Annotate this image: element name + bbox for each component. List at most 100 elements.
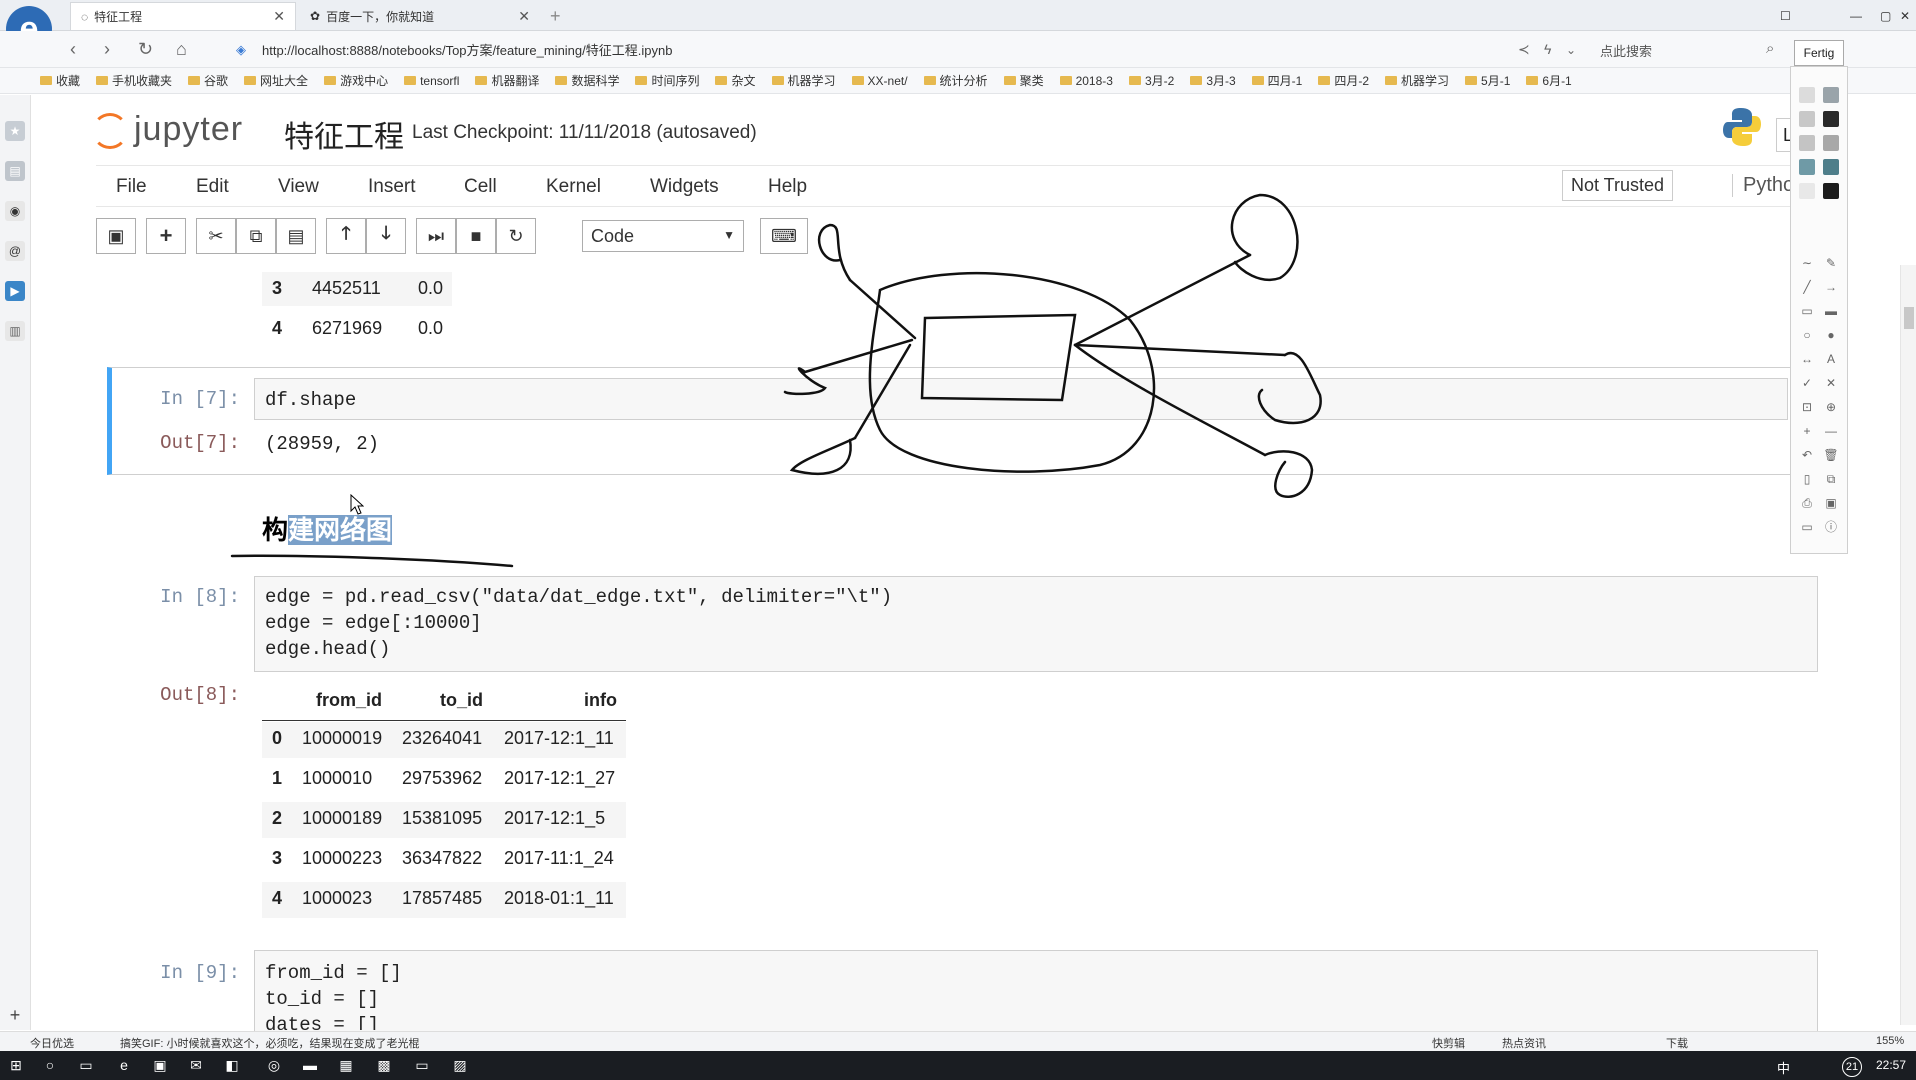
quick-edit-link[interactable]: 快剪辑 — [1432, 1035, 1465, 1051]
bookmark-item[interactable]: 谷歌 — [188, 72, 228, 89]
menu-view[interactable]: View — [278, 176, 319, 198]
task-view-icon[interactable]: ▭ — [76, 1056, 96, 1074]
insert-cell-button[interactable]: + — [146, 218, 186, 254]
bookmark-item[interactable]: tensorfl — [404, 74, 459, 88]
menu-cell[interactable]: Cell — [464, 176, 497, 198]
run-button[interactable]: ⏭ — [416, 218, 456, 254]
bookmark-item[interactable]: 收藏 — [40, 72, 80, 89]
chevron-down-icon[interactable]: ⌄ — [1566, 43, 1576, 57]
app-icon[interactable]: ▦ — [336, 1056, 356, 1074]
paste-button[interactable]: ▤ — [276, 218, 316, 254]
menu-edit[interactable]: Edit — [196, 176, 229, 198]
input-language[interactable]: 中 — [1777, 1058, 1790, 1077]
pencil-icon[interactable]: ✎ — [1823, 255, 1839, 271]
bookmark-item[interactable]: XX-net/ — [851, 74, 908, 88]
browser-icon[interactable]: e — [114, 1056, 134, 1074]
teal-swatch[interactable] — [1823, 159, 1839, 175]
mail-icon[interactable]: ✉ — [186, 1056, 206, 1074]
filled-rectangle-icon[interactable]: ▬ — [1823, 303, 1839, 319]
bookmark-item[interactable]: 四月-2 — [1318, 72, 1369, 89]
notebook-title[interactable]: 特征工程 — [284, 112, 404, 156]
app-icon[interactable]: ▩ — [374, 1056, 394, 1074]
jupyter-logo[interactable]: jupyter — [92, 110, 243, 150]
code-input[interactable] — [254, 378, 1788, 420]
bookmark-item[interactable]: 杂文 — [715, 72, 756, 89]
cross-icon[interactable]: ✕ — [1823, 375, 1839, 391]
black-swatch[interactable] — [1823, 111, 1839, 127]
double-arrow-icon[interactable]: ↔ — [1799, 351, 1815, 367]
new-tab-button[interactable]: + — [540, 2, 570, 30]
cut-button[interactable]: ✂ — [196, 218, 236, 254]
home-icon[interactable]: ⌂ — [176, 39, 187, 60]
search-icon[interactable]: ○ — [40, 1056, 60, 1074]
gray-swatch[interactable] — [1799, 111, 1815, 127]
print-icon[interactable]: ⎙ — [1799, 495, 1815, 511]
bookmark-item[interactable]: 3月-3 — [1190, 72, 1236, 89]
save-icon[interactable]: ▣ — [1823, 495, 1839, 511]
gray-swatch[interactable] — [1823, 135, 1839, 151]
bookmark-item[interactable]: 机器翻译 — [475, 72, 539, 89]
tool-icon[interactable] — [1799, 87, 1815, 103]
minimize-icon[interactable]: — — [1840, 2, 1870, 30]
terminal-icon[interactable]: ▭ — [412, 1056, 432, 1074]
bookmark-item[interactable]: 网址大全 — [244, 72, 308, 89]
bookmark-item[interactable]: 5月-1 — [1465, 72, 1510, 89]
check-icon[interactable]: ✓ — [1799, 375, 1815, 391]
close-tab-icon[interactable]: ✕ — [518, 8, 530, 25]
reload-icon[interactable]: ↻ — [138, 39, 153, 60]
news-ticker[interactable]: 搞笑GIF: 小时候就喜欢这个，必须吃，结果现在变成了老光棍 — [120, 1035, 419, 1051]
weibo-icon[interactable]: ◉ — [5, 201, 25, 221]
download-link[interactable]: 下载 — [1666, 1035, 1688, 1051]
black-swatch[interactable] — [1823, 183, 1839, 199]
zoom-icon[interactable]: ⊕ — [1823, 399, 1839, 415]
bookmark-item[interactable]: 机器学习 — [771, 72, 836, 89]
chrome-icon[interactable]: ◎ — [264, 1056, 284, 1074]
notification-badge[interactable]: 21 — [1842, 1057, 1862, 1077]
done-button[interactable]: Fertig — [1794, 40, 1844, 66]
info-icon[interactable]: ⓘ — [1823, 519, 1839, 535]
today-picks[interactable]: 今日优选 — [30, 1035, 74, 1051]
forward-icon[interactable]: › — [104, 39, 110, 60]
menu-file[interactable]: File — [116, 176, 147, 198]
zoom-level[interactable]: 155% — [1876, 1035, 1904, 1047]
arrow-icon[interactable]: → — [1823, 279, 1839, 295]
command-palette-button[interactable]: ⌨ — [760, 218, 808, 254]
text-icon[interactable]: A — [1823, 351, 1839, 367]
tab-notebook[interactable]: ◌ 特征工程 ✕ — [70, 2, 296, 30]
close-tab-icon[interactable]: ✕ — [273, 8, 285, 25]
tool-icon[interactable] — [1823, 87, 1839, 103]
bookmark-item[interactable]: 6月-1 — [1526, 72, 1572, 89]
menu-insert[interactable]: Insert — [368, 176, 416, 198]
section-heading[interactable]: 构建网络图 — [262, 510, 393, 547]
address-bar[interactable]: http://localhost:8888/notebooks/Top方案/fe… — [262, 38, 1562, 60]
bookmark-item[interactable]: 时间序列 — [635, 72, 699, 89]
gray-swatch[interactable] — [1799, 135, 1815, 151]
interrupt-button[interactable]: ■ — [456, 218, 496, 254]
minus-icon[interactable]: — — [1823, 423, 1839, 439]
folder-icon[interactable]: ▬ — [300, 1056, 320, 1074]
new-page-icon[interactable]: ▯ — [1799, 471, 1815, 487]
bookmark-item[interactable]: 3月-2 — [1128, 72, 1174, 89]
code-input[interactable] — [254, 950, 1818, 1032]
back-icon[interactable]: ‹ — [70, 39, 76, 60]
lightning-icon[interactable]: ϟ — [1544, 41, 1551, 57]
bookmark-item[interactable]: 机器学习 — [1385, 72, 1449, 89]
star-icon[interactable]: ★ — [5, 121, 25, 141]
trash-icon[interactable]: 🗑 — [1823, 447, 1839, 463]
document-icon[interactable]: ▥ — [5, 321, 25, 341]
crop-icon[interactable]: ⊡ — [1799, 399, 1815, 415]
search-icon[interactable]: ⌕ — [1766, 40, 1774, 57]
kernel-indicator[interactable]: Pytho — [1732, 174, 1794, 197]
window-close-icon[interactable]: ✕ — [1890, 2, 1916, 30]
app-icon[interactable]: ◧ — [222, 1056, 242, 1074]
bookmark-item[interactable]: 手机收藏夹 — [96, 72, 172, 89]
filled-ellipse-icon[interactable]: ● — [1823, 327, 1839, 343]
pen-icon[interactable]: ∼ — [1799, 255, 1815, 271]
bookmark-item[interactable]: 四月-1 — [1251, 72, 1302, 89]
restart-button[interactable]: ↻ — [496, 218, 536, 254]
bookmark-item[interactable]: 数据科学 — [555, 72, 619, 89]
menu-widgets[interactable]: Widgets — [650, 176, 719, 198]
share-icon[interactable]: ≺ — [1518, 41, 1530, 58]
scroll-thumb[interactable] — [1904, 307, 1914, 329]
tab-baidu[interactable]: ✿ 百度一下，你就知道 ✕ — [300, 2, 540, 30]
